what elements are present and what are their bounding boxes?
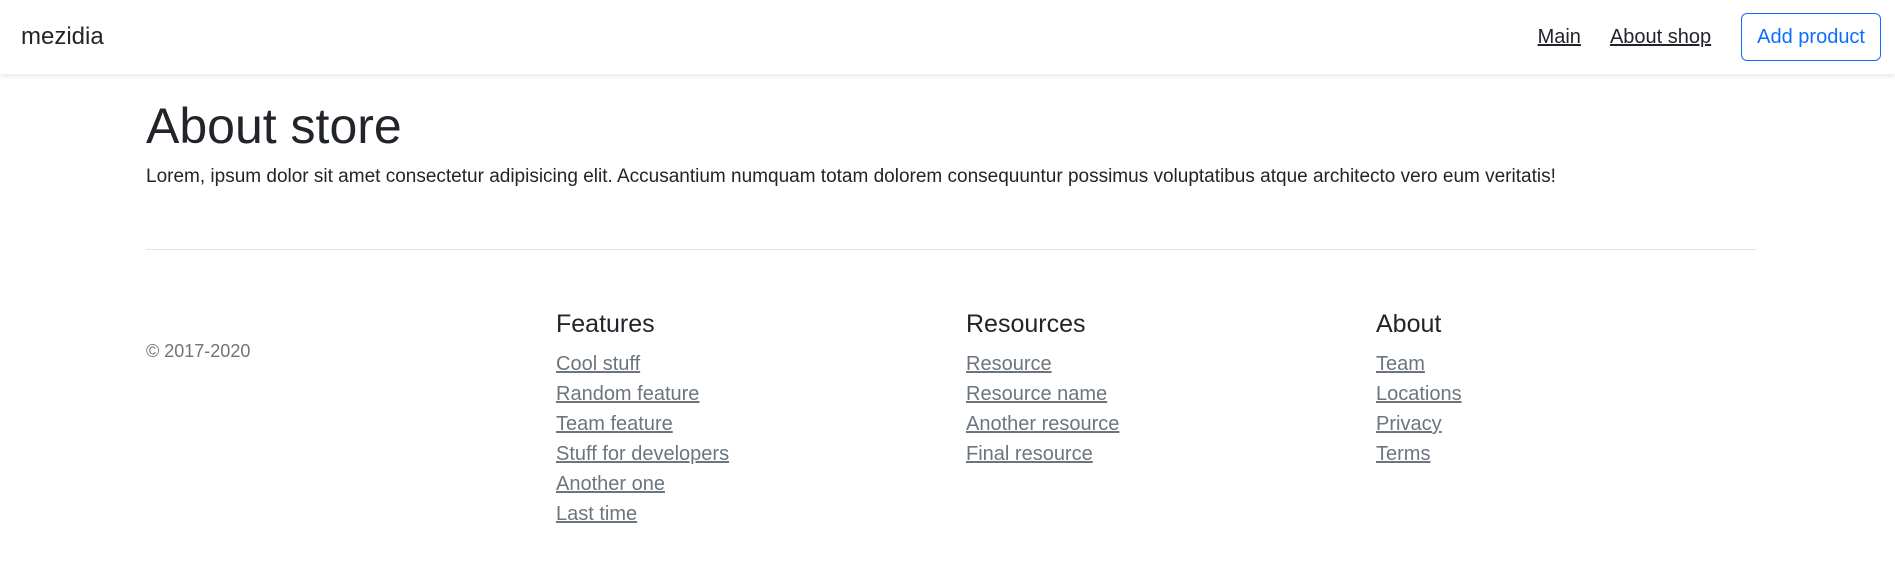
footer-link[interactable]: Locations: [1376, 383, 1462, 405]
footer-link[interactable]: Terms: [1376, 443, 1430, 465]
footer-link[interactable]: Cool stuff: [556, 353, 640, 375]
footer: © 2017-2020 Features Cool stuff Random f…: [146, 250, 1756, 525]
footer-links-resources: Resource Resource name Another resource …: [966, 349, 1119, 469]
footer-link[interactable]: Resource: [966, 353, 1052, 375]
copyright-text: © 2017-2020: [146, 341, 251, 361]
nav-link-about-shop[interactable]: About shop: [1610, 26, 1711, 49]
page-description: Lorem, ipsum dolor sit amet consectetur …: [146, 166, 1556, 187]
top-navbar: mezidia Main About shop Add product: [0, 0, 1895, 74]
main-content: About store Lorem, ipsum dolor sit amet …: [146, 96, 1756, 525]
footer-link[interactable]: Random feature: [556, 383, 699, 405]
footer-links-features: Cool stuff Random feature Team feature S…: [556, 349, 729, 529]
footer-link[interactable]: Privacy: [1376, 413, 1442, 435]
footer-link[interactable]: Last time: [556, 503, 637, 525]
footer-link[interactable]: Another one: [556, 473, 665, 495]
brand-logo[interactable]: mezidia: [21, 23, 104, 51]
footer-link[interactable]: Stuff for developers: [556, 443, 729, 465]
footer-link[interactable]: Team feature: [556, 413, 673, 435]
footer-link[interactable]: Resource name: [966, 383, 1107, 405]
add-product-button[interactable]: Add product: [1741, 13, 1881, 61]
footer-column-resources: Resources Resource Resource name Another…: [966, 310, 1119, 469]
footer-heading-resources: Resources: [966, 310, 1086, 338]
nav-links: Main About shop Add product: [1538, 13, 1881, 61]
footer-links-about: Team Locations Privacy Terms: [1376, 349, 1462, 469]
footer-link[interactable]: Another resource: [966, 413, 1119, 435]
footer-link[interactable]: Team: [1376, 353, 1425, 375]
nav-link-main[interactable]: Main: [1538, 26, 1581, 49]
page-title: About store: [146, 98, 402, 154]
footer-link[interactable]: Final resource: [966, 443, 1093, 465]
footer-column-features: Features Cool stuff Random feature Team …: [556, 310, 729, 529]
footer-column-about: About Team Locations Privacy Terms: [1376, 310, 1462, 469]
footer-heading-about: About: [1376, 310, 1442, 338]
footer-heading-features: Features: [556, 310, 655, 338]
